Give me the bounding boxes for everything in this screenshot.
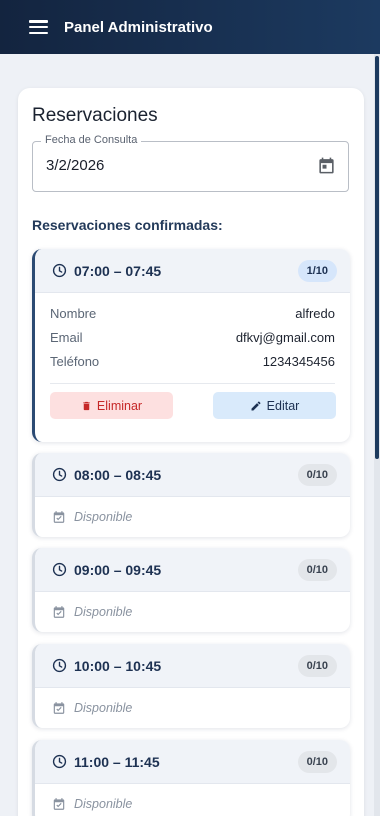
time-slot-label: 10:00 – 10:45	[74, 657, 162, 674]
clock-icon	[52, 754, 67, 769]
trash-icon	[83, 401, 90, 410]
capacity-badge: 1/10	[297, 260, 337, 282]
phone-label: Teléfono	[50, 353, 100, 369]
reservation-details: Nombre alfredo Email dfkvj@gmail.com Tel…	[35, 293, 350, 384]
capacity-badge: 0/10	[297, 655, 337, 677]
availability-status: Disponible	[74, 605, 133, 619]
delete-button-label: Eliminar	[96, 398, 143, 413]
reservation-name-row: Nombre alfredo	[50, 301, 335, 325]
email-value: dfkvj@gmail.com	[235, 329, 335, 345]
clock-icon	[52, 562, 67, 577]
delete-button[interactable]: Eliminar	[50, 392, 173, 419]
capacity-badge: 0/10	[297, 464, 337, 486]
name-value: alfredo	[295, 305, 335, 321]
scrollbar-thumb[interactable]	[375, 56, 379, 459]
time-slot-header[interactable]: 07:00 – 07:45 1/10	[35, 249, 350, 293]
clock-icon	[52, 658, 67, 673]
availability-status: Disponible	[74, 797, 133, 811]
slot-availability: Disponible	[35, 592, 350, 632]
capacity-badge: 0/10	[297, 559, 337, 581]
time-slot-header[interactable]: 10:00 – 10:45 0/10	[35, 644, 350, 688]
availability-status: Disponible	[74, 510, 133, 524]
time-slot-card: 08:00 – 08:45 0/10 Disponible	[32, 453, 350, 537]
divider	[50, 383, 335, 384]
capacity-badge: 0/10	[297, 751, 337, 773]
availability-status: Disponible	[74, 701, 133, 715]
edit-button[interactable]: Editar	[213, 392, 336, 419]
time-slot-label: 11:00 – 11:45	[74, 753, 160, 770]
time-slot-header[interactable]: 11:00 – 11:45 0/10	[35, 740, 350, 784]
time-slot-label: 09:00 – 09:45	[74, 561, 162, 578]
app-title: Panel Administrativo	[64, 18, 213, 36]
calendar-check-icon	[53, 606, 65, 618]
phone-value: 1234345456	[262, 353, 335, 369]
time-slot-header[interactable]: 08:00 – 08:45 0/10	[35, 453, 350, 497]
calendar-check-icon	[53, 702, 65, 714]
reservation-actions: Eliminar Editar	[35, 392, 350, 419]
time-slot-label: 08:00 – 08:45	[74, 466, 162, 483]
calendar-icon[interactable]	[317, 156, 336, 175]
reservation-phone-row: Teléfono 1234345456	[50, 349, 335, 373]
slot-availability: Disponible	[35, 497, 350, 537]
date-input-label: Fecha de Consulta	[41, 134, 142, 146]
time-slot-card: 07:00 – 07:45 1/10 Nombre alfredo Email …	[32, 249, 350, 442]
email-label: Email	[50, 329, 83, 345]
date-input-value[interactable]: 3/2/2026	[46, 157, 104, 174]
time-slot-card: 09:00 – 09:45 0/10 Disponible	[32, 548, 350, 632]
slot-availability: Disponible	[35, 784, 350, 816]
clock-icon	[52, 467, 67, 482]
slot-availability: Disponible	[35, 688, 350, 728]
confirmed-reservations-label: Reservaciones confirmadas:	[32, 217, 223, 233]
reservation-email-row: Email dfkvj@gmail.com	[50, 325, 335, 349]
hamburger-menu-icon[interactable]	[29, 20, 48, 34]
clock-icon	[52, 263, 67, 278]
time-slot-card: 11:00 – 11:45 0/10 Disponible	[32, 740, 350, 816]
edit-button-label: Editar	[266, 398, 300, 413]
top-app-bar: Panel Administrativo	[0, 0, 380, 54]
scrollbar[interactable]	[374, 54, 380, 816]
time-slot-header[interactable]: 09:00 – 09:45 0/10	[35, 548, 350, 592]
name-label: Nombre	[50, 305, 97, 321]
time-slot-label: 07:00 – 07:45	[74, 262, 162, 279]
calendar-check-icon	[53, 511, 65, 523]
page-title: Reservaciones	[32, 105, 158, 126]
calendar-check-icon	[53, 798, 65, 810]
pencil-icon	[251, 400, 261, 410]
time-slot-card: 10:00 – 10:45 0/10 Disponible	[32, 644, 350, 728]
